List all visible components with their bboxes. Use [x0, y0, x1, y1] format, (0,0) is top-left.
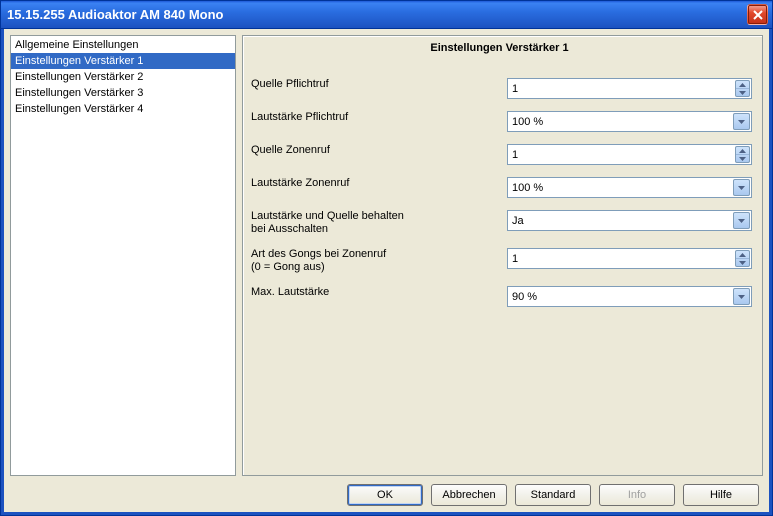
spin-up[interactable]	[736, 251, 749, 258]
help-button[interactable]: Hilfe	[683, 484, 759, 506]
panel-title: Einstellungen Verstärker 1	[247, 42, 752, 54]
chevron-down-icon	[738, 219, 745, 223]
tree-item[interactable]: Einstellungen Verstärker 3	[11, 85, 235, 101]
field-value: 90 %	[508, 288, 751, 306]
field-value: 100 %	[508, 179, 751, 197]
tree-item[interactable]: Einstellungen Verstärker 1	[11, 53, 235, 69]
chevron-down-icon	[738, 120, 745, 124]
dropdown-field[interactable]: 100 %	[507, 111, 752, 132]
settings-row: Lautstärke Zonenruf100 %	[247, 177, 752, 198]
chevron-up-icon	[739, 253, 746, 257]
dialog-buttons: OK Abbrechen Standard Info Hilfe	[4, 482, 769, 512]
cancel-button[interactable]: Abbrechen	[431, 484, 507, 506]
field-label: Art des Gongs bei Zonenruf(0 = Gong aus)	[247, 248, 507, 274]
field-label: Lautstärke Zonenruf	[247, 177, 507, 190]
field-label: Max. Lautstärke	[247, 286, 507, 299]
field-label: Quelle Pflichtruf	[247, 78, 507, 91]
settings-row: Lautstärke und Quelle behaltenbei Aussch…	[247, 210, 752, 236]
dropdown-button[interactable]	[733, 288, 750, 305]
standard-button[interactable]: Standard	[515, 484, 591, 506]
spin-buttons[interactable]	[735, 146, 750, 163]
dropdown-field[interactable]: 100 %	[507, 177, 752, 198]
field-label: Lautstärke und Quelle behaltenbei Aussch…	[247, 210, 507, 236]
chevron-down-icon	[739, 261, 746, 265]
tree-item[interactable]: Einstellungen Verstärker 2	[11, 69, 235, 85]
field-value: 1	[508, 80, 751, 98]
spin-buttons[interactable]	[735, 250, 750, 267]
dropdown-button[interactable]	[733, 212, 750, 229]
spin-down[interactable]	[736, 258, 749, 266]
settings-row: Quelle Zonenruf1	[247, 144, 752, 165]
settings-row: Max. Lautstärke90 %	[247, 286, 752, 307]
settings-row: Art des Gongs bei Zonenruf(0 = Gong aus)…	[247, 248, 752, 274]
spin-up[interactable]	[736, 81, 749, 88]
field-label: Quelle Zonenruf	[247, 144, 507, 157]
field-value: 1	[508, 250, 751, 268]
chevron-down-icon	[739, 157, 746, 161]
dropdown-field[interactable]: Ja	[507, 210, 752, 231]
field-value: 100 %	[508, 113, 751, 131]
settings-row: Lautstärke Pflichtruf100 %	[247, 111, 752, 132]
nav-tree[interactable]: Allgemeine EinstellungenEinstellungen Ve…	[10, 35, 236, 476]
client-area: Allgemeine EinstellungenEinstellungen Ve…	[1, 29, 772, 515]
spin-buttons[interactable]	[735, 80, 750, 97]
spin-field[interactable]: 1	[507, 78, 752, 99]
dropdown-button[interactable]	[733, 179, 750, 196]
dropdown-field[interactable]: 90 %	[507, 286, 752, 307]
spin-field[interactable]: 1	[507, 248, 752, 269]
window: 15.15.255 Audioaktor AM 840 Mono Allgeme…	[0, 0, 773, 516]
workspace: Allgemeine EinstellungenEinstellungen Ve…	[4, 29, 769, 482]
spin-field[interactable]: 1	[507, 144, 752, 165]
dropdown-button[interactable]	[733, 113, 750, 130]
tree-item[interactable]: Einstellungen Verstärker 4	[11, 101, 235, 117]
chevron-up-icon	[739, 149, 746, 153]
field-value: Ja	[508, 212, 751, 230]
chevron-down-icon	[739, 91, 746, 95]
chevron-down-icon	[738, 295, 745, 299]
settings-panel: Einstellungen Verstärker 1 Quelle Pflich…	[242, 35, 763, 476]
close-button[interactable]	[747, 4, 768, 25]
settings-row: Quelle Pflichtruf1	[247, 78, 752, 99]
tree-item[interactable]: Allgemeine Einstellungen	[11, 37, 235, 53]
settings-rows: Quelle Pflichtruf1Lautstärke Pflichtruf1…	[247, 78, 752, 307]
spin-down[interactable]	[736, 88, 749, 96]
chevron-up-icon	[739, 83, 746, 87]
spin-up[interactable]	[736, 147, 749, 154]
titlebar[interactable]: 15.15.255 Audioaktor AM 840 Mono	[1, 1, 772, 29]
ok-button[interactable]: OK	[347, 484, 423, 506]
info-button: Info	[599, 484, 675, 506]
close-icon	[753, 10, 763, 20]
field-value: 1	[508, 146, 751, 164]
window-title: 15.15.255 Audioaktor AM 840 Mono	[7, 7, 224, 22]
spin-down[interactable]	[736, 154, 749, 162]
field-label: Lautstärke Pflichtruf	[247, 111, 507, 124]
chevron-down-icon	[738, 186, 745, 190]
